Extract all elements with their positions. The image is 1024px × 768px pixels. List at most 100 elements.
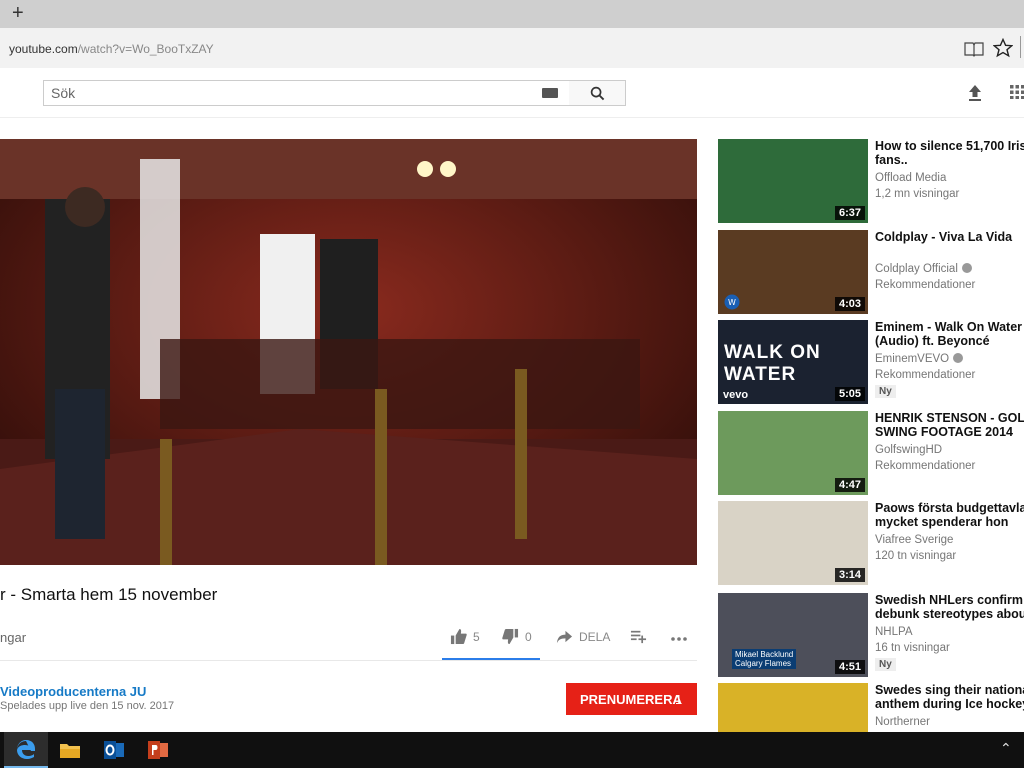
powerpoint-icon (148, 741, 168, 759)
search-button[interactable] (569, 80, 626, 106)
outlook-taskbar-button[interactable] (92, 732, 136, 768)
like-button[interactable]: 5 (450, 628, 480, 645)
caption-name: Mikael Backlund (735, 650, 794, 659)
title-line-1: HENRIK STENSON - GOLF (875, 411, 1024, 425)
url-host: youtube.com (9, 42, 78, 56)
file-explorer-taskbar-button[interactable] (48, 732, 92, 768)
reading-view-icon[interactable] (964, 41, 984, 57)
vevo-logo: vevo (723, 389, 749, 401)
title-line-2: (Audio) ft. Beyoncé (875, 334, 990, 348)
channel-name[interactable]: Videoproducenterna JU (0, 684, 146, 699)
title-line-1: Swedes sing their national (875, 683, 1024, 697)
favorite-star-icon[interactable] (993, 38, 1013, 58)
youtube-header (0, 68, 1024, 118)
recommendation-channel: Coldplay Official (875, 263, 958, 275)
view-count: ngar (0, 630, 27, 645)
add-to-playlist-button[interactable] (630, 628, 653, 645)
video-thumbnail[interactable]: W 4:03 (718, 230, 868, 314)
more-horizontal-icon (671, 637, 687, 641)
recommendation-meta: 120 tn visningar (875, 550, 957, 562)
recommendation-item[interactable]: 4:47 HENRIK STENSON - GOLF SWING FOOTAGE 2… (718, 411, 1024, 495)
title-line-1: Eminem - Walk On Water (875, 320, 1023, 334)
channel-line: Coldplay Official (875, 263, 972, 275)
more-actions-button[interactable] (670, 628, 694, 646)
recommendation-channel: GolfswingHD (875, 444, 943, 456)
warner-logo-icon: W (724, 294, 740, 310)
divider (0, 660, 697, 661)
video-thumbnail[interactable]: Mikael Backlund Calgary Flames 4:51 (718, 593, 868, 677)
subscriber-count: 1 (675, 692, 683, 707)
dislike-button[interactable]: 0 (502, 628, 532, 645)
powerpoint-taskbar-button[interactable] (136, 732, 180, 768)
video-duration: 4:03 (834, 297, 865, 311)
recommendation-title[interactable]: Eminem - Walk On Water (Audio) ft. Beyonc… (875, 320, 1024, 348)
toolbar-divider (1020, 36, 1021, 58)
search-input[interactable] (44, 81, 534, 105)
recommendation-meta: 16 tn visningar (875, 642, 950, 654)
thumbnail-overlay-text: WALK ON WATER (724, 342, 821, 385)
title-line-2: fans.. (875, 153, 908, 167)
recommendation-item[interactable]: Mikael Backlund Calgary Flames 4:51 Swedish… (718, 593, 1024, 677)
video-frame (0, 139, 697, 565)
video-thumbnail[interactable]: 6:37 (718, 139, 868, 223)
recommendation-title[interactable]: How to silence 51,700 Irish fans.. (875, 139, 1024, 167)
edge-taskbar-button[interactable] (4, 732, 48, 768)
title-line-1: Swedish NHLers confirm or (875, 593, 1024, 607)
channel-line: EminemVEVO (875, 353, 964, 365)
video-player[interactable] (0, 139, 697, 565)
recommendation-item[interactable]: WALK ON WATER vevo 5:05 Eminem - Walk On Wa… (718, 320, 1024, 404)
video-title: r - Smarta hem 15 november (0, 585, 218, 604)
verified-icon (953, 353, 964, 363)
recommendation-meta: Rekommendationer (875, 369, 976, 381)
recommendation-title[interactable]: Paows första budgettavla, mycket spendera… (875, 501, 1024, 529)
recommendation-title[interactable]: Swedish NHLers confirm or debunk stereoty… (875, 593, 1024, 621)
video-thumbnail[interactable]: 4:47 (718, 411, 868, 495)
new-tab-button[interactable]: + (12, 3, 24, 23)
recommendation-channel: Offload Media (875, 172, 947, 184)
svg-text:W: W (728, 298, 736, 307)
video-duration: 3:14 (834, 568, 865, 582)
channel-line: Northerner (875, 716, 930, 728)
like-count: 5 (473, 629, 480, 644)
recommendation-item[interactable]: 3:14 Paows första budgettavla, mycket spen… (718, 501, 1024, 585)
title-line-1: Paows första budgettavla, (875, 501, 1024, 515)
thumbnail-caption: Mikael Backlund Calgary Flames (732, 649, 797, 669)
recommendation-meta: Rekommendationer (875, 460, 976, 472)
recommendation-channel: EminemVEVO (875, 353, 950, 365)
chevron-up-icon[interactable]: ⌃ (1000, 740, 1012, 757)
channel-line: Viafree Sverige (875, 534, 953, 546)
caption-team: Calgary Flames (735, 659, 792, 668)
video-duration: 4:47 (834, 478, 865, 492)
title-line-2: anthem during Ice hockey W (875, 697, 1024, 711)
channel-line: GolfswingHD (875, 444, 942, 456)
outlook-icon (104, 741, 124, 759)
channel-line: Offload Media (875, 172, 946, 184)
recommendation-item[interactable]: W 4:03 Coldplay - Viva La Vida Coldplay Off… (718, 230, 1024, 314)
channel-line: NHLPA (875, 626, 913, 638)
upload-icon[interactable] (966, 83, 984, 103)
title-line-2: SWING FOOTAGE 2014 (875, 425, 1013, 439)
keyboard-icon[interactable] (542, 88, 558, 98)
title-line-1: Coldplay - Viva La Vida (875, 230, 1013, 244)
subscribe-button[interactable]: PRENUMERERA 1 (566, 683, 697, 715)
title-line-2: mycket spenderar hon (875, 515, 1009, 529)
recommendation-meta: Rekommendationer (875, 279, 976, 291)
apps-grid-icon[interactable] (1010, 85, 1024, 99)
recommendation-meta: 1,2 mn visningar (875, 188, 960, 200)
recommendation-title[interactable]: HENRIK STENSON - GOLF SWING FOOTAGE 2014 (875, 411, 1024, 439)
video-duration: 4:51 (834, 660, 865, 674)
add-to-playlist-icon (630, 630, 647, 644)
recommendation-title[interactable]: Coldplay - Viva La Vida (875, 230, 1024, 244)
video-thumbnail[interactable]: 3:14 (718, 501, 868, 585)
recommendation-item[interactable]: 6:37 How to silence 51,700 Irish fans.. Off… (718, 139, 1024, 223)
recommendation-title[interactable]: Swedes sing their national anthem during … (875, 683, 1024, 711)
url-text[interactable]: youtube.com/watch?v=Wo_BooTxZAY (9, 42, 214, 56)
search-box (43, 80, 570, 106)
file-explorer-icon (60, 744, 80, 758)
browser-tab-bar: + (0, 0, 1024, 28)
video-thumbnail[interactable]: WALK ON WATER vevo 5:05 (718, 320, 868, 404)
thumbs-up-icon (450, 628, 467, 645)
address-bar[interactable]: youtube.com/watch?v=Wo_BooTxZAY (0, 28, 1024, 68)
share-button[interactable]: DELA (556, 628, 610, 645)
title-line-1: How to silence 51,700 Irish (875, 139, 1024, 153)
